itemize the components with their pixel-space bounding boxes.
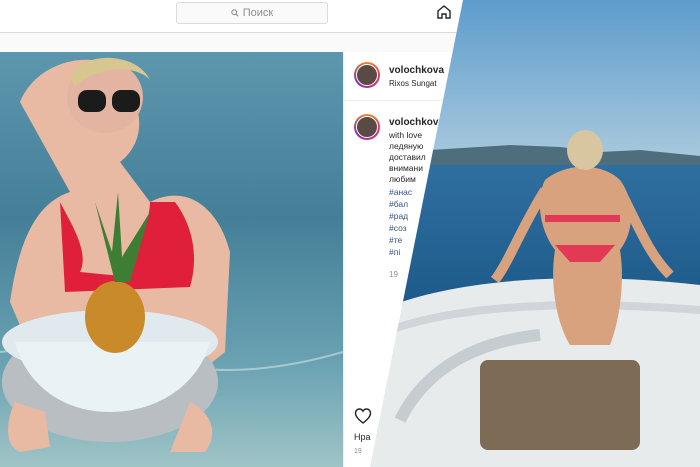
hashtag-link[interactable]: #рад — [389, 211, 408, 222]
caption-line: with love — [389, 130, 423, 140]
hashtag-link[interactable]: #анас — [389, 187, 412, 198]
hashtag-link[interactable]: #бал — [389, 199, 408, 210]
header-divider — [344, 100, 454, 101]
caption-line: ледяную — [389, 141, 424, 151]
heart-icon[interactable] — [354, 407, 372, 425]
post-location[interactable]: Rixos Sungat — [389, 79, 437, 88]
search-input[interactable]: Поиск — [176, 2, 328, 24]
caption-line: доставил — [389, 152, 426, 162]
caption-line: внимани — [389, 163, 423, 173]
home-icon[interactable] — [436, 4, 452, 20]
photo-woman-with-pineapple — [0, 52, 343, 467]
search-placeholder: Поиск — [242, 7, 274, 19]
post-date: 19 — [354, 448, 362, 455]
caption-username[interactable]: volochkov — [389, 117, 438, 128]
post-username[interactable]: volochkova — [389, 65, 444, 76]
hashtag-link[interactable]: #соз — [389, 223, 407, 234]
caption-avatar[interactable] — [354, 114, 380, 140]
hashtag-link[interactable]: #пі — [389, 247, 400, 258]
caption-line: любим — [389, 174, 416, 184]
profile-avatar[interactable] — [354, 62, 380, 88]
likes-label[interactable]: Нра — [354, 432, 371, 442]
hashtag-link[interactable]: #те — [389, 235, 402, 246]
comment-time: 19 — [389, 270, 398, 279]
post-photo[interactable] — [0, 52, 343, 467]
search-icon — [230, 9, 239, 17]
